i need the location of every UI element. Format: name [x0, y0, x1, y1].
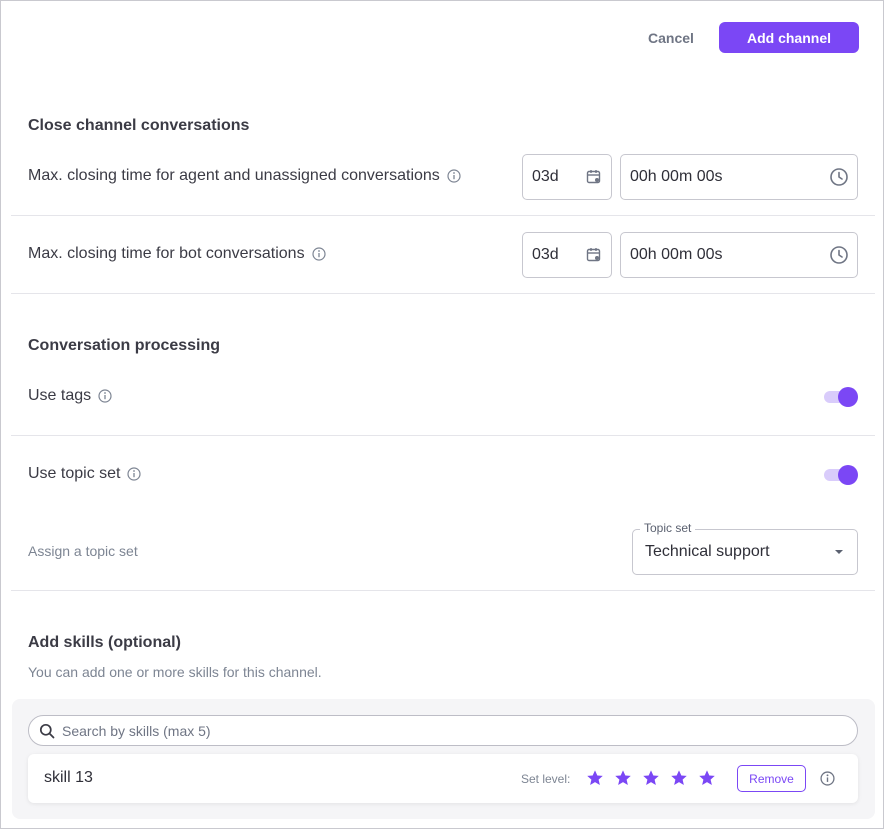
- info-icon[interactable]: [820, 771, 835, 786]
- agent-closing-days-value: 03d: [532, 168, 559, 185]
- bot-closing-time-value: 00h 00m 00s: [630, 246, 723, 263]
- calendar-icon[interactable]: [585, 246, 603, 264]
- clock-icon[interactable]: [829, 167, 849, 187]
- bot-closing-days-value: 03d: [532, 246, 559, 263]
- skills-search[interactable]: [28, 715, 858, 746]
- bot-closing-time-label: Max. closing time for bot conversations: [28, 245, 305, 262]
- clock-icon[interactable]: [829, 245, 849, 265]
- skill-name: skill 13: [44, 769, 93, 786]
- remove-skill-button[interactable]: Remove: [737, 765, 806, 792]
- search-icon: [39, 723, 55, 738]
- agent-closing-days-field[interactable]: 03d: [522, 154, 612, 200]
- topic-set-select[interactable]: Technical support: [632, 529, 858, 575]
- agent-closing-time-row: Max. closing time for agent and unassign…: [28, 167, 461, 185]
- toggle-knob: [838, 465, 858, 485]
- close-conversations-title: Close channel conversations: [28, 117, 250, 134]
- agent-closing-time-label: Max. closing time for agent and unassign…: [28, 167, 440, 184]
- agent-closing-time-field[interactable]: 00h 00m 00s: [620, 154, 858, 200]
- bot-closing-time-field[interactable]: 00h 00m 00s: [620, 232, 858, 278]
- toggle-knob: [838, 387, 858, 407]
- bot-closing-days-field[interactable]: 03d: [522, 232, 612, 278]
- divider: [11, 293, 875, 294]
- use-topic-set-row: Use topic set: [28, 465, 142, 483]
- bot-closing-time-row: Max. closing time for bot conversations: [28, 245, 326, 263]
- divider: [11, 215, 875, 216]
- star-icon[interactable]: [586, 769, 604, 787]
- set-level-label: Set level:: [521, 772, 571, 786]
- skill-level-stars[interactable]: [586, 769, 716, 787]
- info-icon[interactable]: [311, 247, 326, 261]
- topic-set-legend: Topic set: [640, 521, 696, 535]
- star-icon[interactable]: [642, 769, 660, 787]
- assign-topic-set-label: Assign a topic set: [28, 543, 138, 559]
- add-skills-subtitle: You can add one or more skills for this …: [28, 664, 322, 680]
- chevron-down-icon: [835, 550, 843, 554]
- use-tags-toggle[interactable]: [823, 387, 859, 407]
- info-icon[interactable]: [127, 467, 142, 481]
- star-icon[interactable]: [614, 769, 632, 787]
- skill-item: skill 13 Set level: Remove: [28, 754, 858, 803]
- use-topic-set-toggle[interactable]: [823, 465, 859, 485]
- conversation-processing-title: Conversation processing: [28, 337, 221, 354]
- info-icon[interactable]: [447, 169, 461, 183]
- divider: [11, 435, 875, 436]
- star-icon[interactable]: [670, 769, 688, 787]
- agent-closing-time-value: 00h 00m 00s: [630, 168, 723, 185]
- star-icon[interactable]: [698, 769, 716, 787]
- add-channel-dialog: Cancel Add channel Close channel convers…: [0, 0, 884, 829]
- info-icon[interactable]: [98, 389, 112, 403]
- add-skills-title: Add skills (optional): [28, 634, 181, 651]
- cancel-button[interactable]: Cancel: [633, 22, 709, 53]
- topic-set-value: Technical support: [645, 543, 770, 560]
- use-tags-label: Use tags: [28, 387, 92, 404]
- skills-search-input[interactable]: [62, 722, 822, 739]
- use-topic-set-label: Use topic set: [28, 465, 121, 482]
- divider: [11, 590, 875, 591]
- add-channel-button[interactable]: Add channel: [719, 22, 859, 53]
- use-tags-row: Use tags: [28, 387, 112, 405]
- calendar-icon[interactable]: [585, 168, 603, 186]
